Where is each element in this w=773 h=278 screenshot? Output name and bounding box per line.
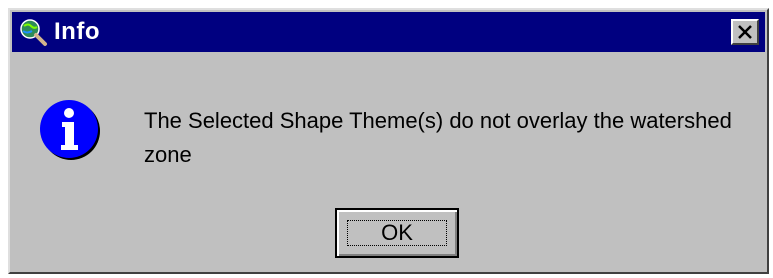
title-bar[interactable]: Info (12, 12, 765, 52)
window-title: Info (54, 18, 100, 45)
ok-button-label: OK (381, 220, 413, 245)
close-button[interactable] (731, 19, 759, 45)
close-icon (738, 25, 752, 39)
info-icon (40, 100, 100, 160)
message-text: The Selected Shape Theme(s) do not overl… (144, 108, 732, 167)
ok-button[interactable]: OK (335, 208, 459, 258)
globe-magnifier-icon (18, 17, 48, 47)
info-dialog: Info The Selected Shape Theme(s) do not … (8, 8, 769, 274)
